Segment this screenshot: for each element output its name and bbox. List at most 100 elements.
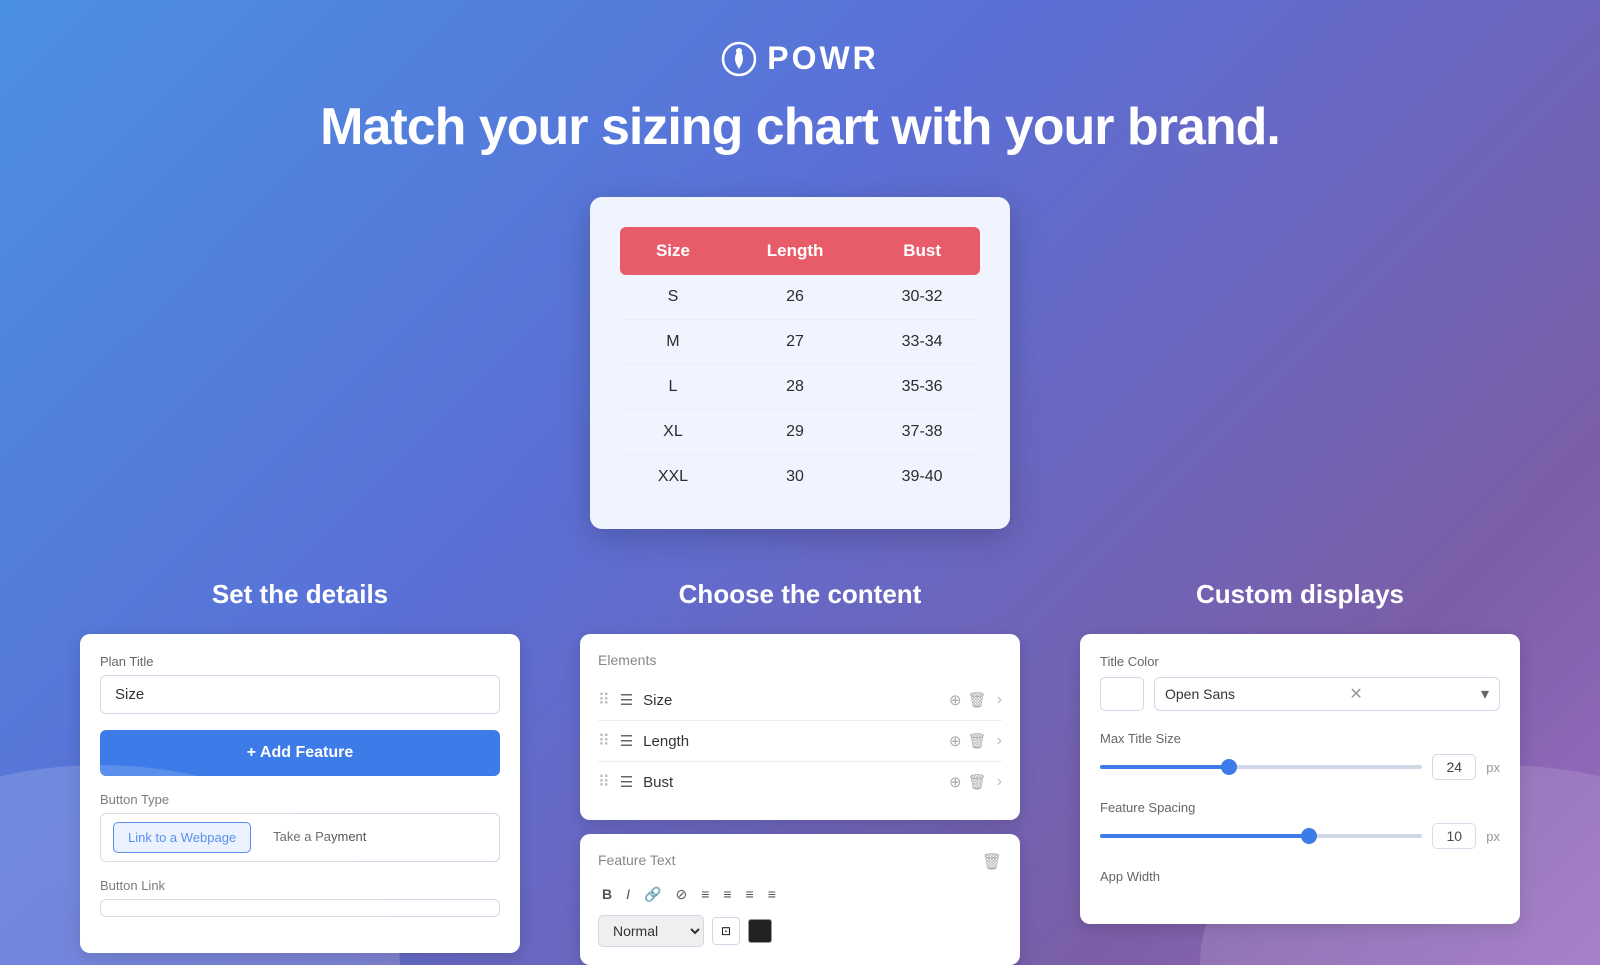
align-center-icon[interactable]: ≡ bbox=[719, 884, 735, 905]
set-details-title: Set the details bbox=[80, 579, 520, 610]
font-select-area[interactable]: Open Sans ✕ ▾ bbox=[1154, 677, 1500, 711]
col-header-size: Size bbox=[620, 227, 726, 275]
elements-list: ⠿ ☰ Size ⊕ 🗑 › ⠿ ☰ Length ⊕ 🗑 › ⠿ ☰ Bust… bbox=[598, 680, 1002, 802]
delete-icon[interactable]: 🗑 bbox=[968, 773, 987, 791]
format-select[interactable]: Normal Heading 1 Heading 2 Heading 3 bbox=[598, 915, 704, 947]
table-cell: M bbox=[620, 320, 726, 365]
chevron-right-icon[interactable]: › bbox=[997, 732, 1002, 750]
add-feature-button[interactable]: + Add Feature bbox=[100, 730, 500, 776]
button-link-label: Button Link bbox=[100, 878, 500, 893]
unlink-icon[interactable]: ⊘ bbox=[671, 884, 691, 905]
button-type-payment[interactable]: Take a Payment bbox=[259, 822, 380, 853]
text-color-swatch[interactable] bbox=[748, 919, 772, 943]
feature-spacing-label: Feature Spacing bbox=[1100, 800, 1500, 815]
section-custom-displays: Custom displays Title Color Open Sans ✕ … bbox=[1080, 579, 1520, 965]
feature-spacing-value[interactable]: 10 bbox=[1432, 823, 1476, 849]
table-row: XL2937-38 bbox=[620, 410, 980, 455]
element-name: Size bbox=[643, 692, 939, 709]
title-color-row: Open Sans ✕ ▾ bbox=[1100, 677, 1500, 711]
table-cell: 37-38 bbox=[864, 410, 980, 455]
drag-handle-icon[interactable]: ⠿ bbox=[598, 772, 610, 792]
chevron-right-icon[interactable]: › bbox=[997, 691, 1002, 709]
list-icon: ☰ bbox=[620, 691, 633, 709]
button-type-options: Link to a Webpage Take a Payment bbox=[100, 813, 500, 862]
max-title-value[interactable]: 24 bbox=[1432, 754, 1476, 780]
align-right-icon[interactable]: ≡ bbox=[742, 884, 758, 905]
list-icon: ☰ bbox=[620, 773, 633, 791]
align-justify-icon[interactable]: ≡ bbox=[764, 884, 780, 905]
copy-icon[interactable]: ⊕ bbox=[949, 773, 962, 791]
link-icon[interactable]: 🔗 bbox=[640, 884, 665, 905]
element-row[interactable]: ⠿ ☰ Size ⊕ 🗑 › bbox=[598, 680, 1002, 721]
button-link-group: Button Link bbox=[100, 878, 500, 917]
table-row: S2630-32 bbox=[620, 275, 980, 320]
element-actions: ⊕ 🗑 bbox=[949, 732, 987, 750]
custom-displays-card: Title Color Open Sans ✕ ▾ Max Title Size bbox=[1080, 634, 1520, 924]
chevron-right-icon[interactable]: › bbox=[997, 773, 1002, 791]
app-width-label: App Width bbox=[1100, 869, 1500, 884]
drag-handle-icon[interactable]: ⠿ bbox=[598, 690, 610, 710]
element-actions: ⊕ 🗑 bbox=[949, 773, 987, 791]
add-feature-label: + Add Feature bbox=[247, 744, 354, 762]
copy-icon[interactable]: ⊕ bbox=[949, 691, 962, 709]
font-close-icon[interactable]: ✕ bbox=[1349, 684, 1362, 704]
col-header-bust: Bust bbox=[864, 227, 980, 275]
plan-title-input[interactable] bbox=[100, 675, 500, 714]
section-set-details: Set the details Plan Title + Add Feature… bbox=[80, 579, 520, 965]
feature-spacing-slider-thumb[interactable] bbox=[1301, 828, 1317, 844]
table-cell: S bbox=[620, 275, 726, 320]
element-name: Length bbox=[643, 733, 939, 750]
col-header-length: Length bbox=[726, 227, 864, 275]
element-row[interactable]: ⠿ ☰ Bust ⊕ 🗑 › bbox=[598, 762, 1002, 802]
button-link-input-area[interactable] bbox=[100, 899, 500, 917]
bold-icon[interactable]: B bbox=[598, 884, 616, 905]
text-toolbar: B I 🔗 ⊘ ≡ ≡ ≡ ≡ bbox=[598, 884, 1002, 905]
drag-handle-icon[interactable]: ⠿ bbox=[598, 731, 610, 751]
element-actions: ⊕ 🗑 bbox=[949, 691, 987, 709]
italic-icon[interactable]: I bbox=[622, 884, 634, 905]
table-card: Size Length Bust S2630-32M2733-34L2835-3… bbox=[590, 197, 1010, 529]
table-cell: 27 bbox=[726, 320, 864, 365]
font-dropdown-icon[interactable]: ▾ bbox=[1481, 684, 1489, 704]
plan-title-group: Plan Title bbox=[100, 654, 500, 714]
element-row[interactable]: ⠿ ☰ Length ⊕ 🗑 › bbox=[598, 721, 1002, 762]
table-cell: 39-40 bbox=[864, 455, 980, 500]
feature-spacing-slider-row: 10 px bbox=[1100, 823, 1500, 849]
max-title-slider-fill bbox=[1100, 765, 1229, 769]
title-color-swatch[interactable] bbox=[1100, 677, 1144, 711]
max-title-slider-thumb[interactable] bbox=[1221, 759, 1237, 775]
plan-title-label: Plan Title bbox=[100, 654, 500, 669]
table-preview: Size Length Bust S2630-32M2733-34L2835-3… bbox=[0, 197, 1600, 529]
table-cell: 30 bbox=[726, 455, 864, 500]
button-type-label: Button Type bbox=[100, 792, 500, 807]
feature-spacing-unit: px bbox=[1486, 829, 1500, 844]
feature-spacing-slider-fill bbox=[1100, 834, 1309, 838]
bottom-sections: Set the details Plan Title + Add Feature… bbox=[0, 579, 1600, 965]
format-icon-btn[interactable]: ⊡ bbox=[712, 917, 740, 945]
logo-area: POWR bbox=[0, 40, 1600, 77]
feature-spacing-slider-track[interactable] bbox=[1100, 834, 1422, 838]
logo-text: POWR bbox=[767, 40, 879, 77]
max-title-slider-row: 24 px bbox=[1100, 754, 1500, 780]
feature-text-label: Feature Text bbox=[598, 852, 676, 872]
page-wrapper: POWR Match your sizing chart with your b… bbox=[0, 0, 1600, 965]
max-title-slider-track[interactable] bbox=[1100, 765, 1422, 769]
table-cell: 30-32 bbox=[864, 275, 980, 320]
feature-spacing-field: Feature Spacing 10 px bbox=[1100, 800, 1500, 849]
button-type-webpage[interactable]: Link to a Webpage bbox=[113, 822, 251, 853]
format-icon: ⊡ bbox=[721, 924, 731, 938]
section-choose-content: Choose the content Elements ⠿ ☰ Size ⊕ 🗑… bbox=[580, 579, 1020, 965]
table-cell: 26 bbox=[726, 275, 864, 320]
delete-icon[interactable]: 🗑 bbox=[968, 732, 987, 750]
feature-text-header: Feature Text 🗑 bbox=[598, 852, 1002, 872]
choose-content-title: Choose the content bbox=[580, 579, 1020, 610]
font-name: Open Sans bbox=[1165, 686, 1235, 702]
sizing-table: Size Length Bust S2630-32M2733-34L2835-3… bbox=[620, 227, 980, 499]
copy-icon[interactable]: ⊕ bbox=[949, 732, 962, 750]
title-color-field: Title Color Open Sans ✕ ▾ bbox=[1100, 654, 1500, 711]
element-name: Bust bbox=[643, 774, 939, 791]
custom-displays-title: Custom displays bbox=[1080, 579, 1520, 610]
feature-text-delete-icon[interactable]: 🗑 bbox=[982, 852, 1002, 872]
delete-icon[interactable]: 🗑 bbox=[968, 691, 987, 709]
align-left-icon[interactable]: ≡ bbox=[697, 884, 713, 905]
